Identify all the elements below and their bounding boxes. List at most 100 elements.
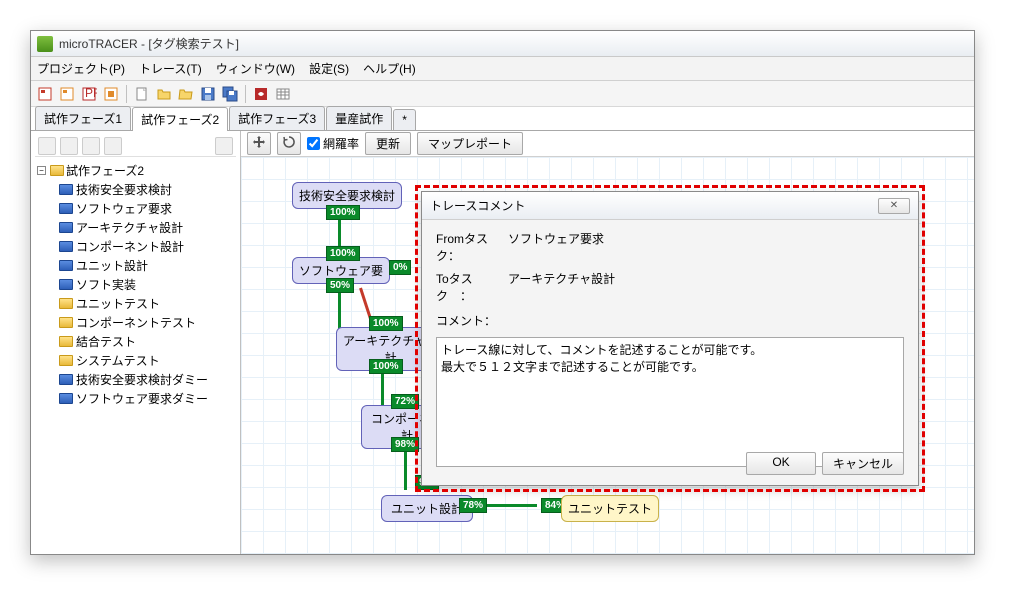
move-tool-icon[interactable] — [247, 132, 271, 155]
toolbar: PF — [31, 81, 974, 107]
tree-item[interactable]: 技術安全要求検討 — [59, 180, 234, 199]
tree-item-label: ソフトウェア要求 — [76, 200, 172, 217]
pct-badge: 100% — [326, 205, 360, 220]
sidebar: − 試作フェーズ2 技術安全要求検討ソフトウェア要求アーキテクチャ設計コンポーネ… — [31, 131, 241, 554]
tree-item-label: ユニットテスト — [76, 295, 160, 312]
save-icon[interactable] — [198, 84, 218, 104]
toolbar-btn-3[interactable]: PF — [79, 84, 99, 104]
toolbar-btn-4[interactable] — [101, 84, 121, 104]
sidebar-btn-4[interactable] — [104, 137, 122, 155]
pct-badge: 100% — [369, 359, 403, 374]
folder-icon — [59, 203, 73, 214]
open-folder-icon[interactable] — [154, 84, 174, 104]
pct-badge: 100% — [369, 316, 403, 331]
app-window: microTRACER - [タグ検索テスト] プロジェクト(P) トレース(T… — [30, 30, 975, 555]
tab-0[interactable]: 試作フェーズ1 — [35, 106, 131, 130]
from-task-value: ソフトウェア要求 — [508, 230, 604, 264]
canvas-toolbar: 網羅率 更新 マップレポート — [241, 131, 974, 157]
tree-item-label: 技術安全要求検討 — [76, 181, 172, 198]
to-task-value: アーキテクチャ設計 — [508, 270, 615, 304]
table-icon[interactable] — [273, 84, 293, 104]
menu-window[interactable]: ウィンドウ(W) — [216, 60, 295, 77]
new-doc-icon[interactable] — [132, 84, 152, 104]
pct-badge: 78% — [459, 498, 487, 513]
tab-2[interactable]: 試作フェーズ3 — [229, 106, 325, 130]
node-unit-test[interactable]: ユニットテスト — [561, 495, 659, 522]
menu-settings[interactable]: 設定(S) — [309, 60, 349, 77]
pct-badge: 100% — [326, 246, 360, 261]
menu-help[interactable]: ヘルプ(H) — [363, 60, 416, 77]
to-task-label: Toタスク ： — [436, 270, 508, 304]
cancel-button[interactable]: キャンセル — [822, 452, 904, 475]
folder-icon — [59, 279, 73, 290]
menu-trace[interactable]: トレース(T) — [139, 60, 202, 77]
tab-4[interactable]: * — [393, 109, 416, 130]
folder-icon — [59, 374, 73, 385]
tree-item-label: システムテスト — [76, 352, 160, 369]
svg-text:PF: PF — [85, 86, 97, 100]
folder-icon — [50, 165, 64, 176]
toolbar-separator-2 — [245, 85, 246, 103]
tabstrip: 試作フェーズ1 試作フェーズ2 試作フェーズ3 量産試作 * — [31, 107, 974, 131]
menubar: プロジェクト(P) トレース(T) ウィンドウ(W) 設定(S) ヘルプ(H) — [31, 57, 974, 81]
dialog-titlebar: トレースコメント ✕ — [422, 192, 918, 220]
tree-item[interactable]: システムテスト — [59, 351, 234, 370]
open-folder-icon-2[interactable] — [176, 84, 196, 104]
map-report-button[interactable]: マップレポート — [417, 132, 523, 155]
folder-icon — [59, 317, 73, 328]
tree-item[interactable]: ソフトウェア要求 — [59, 199, 234, 218]
save-all-icon[interactable] — [220, 84, 240, 104]
tree-item[interactable]: ユニットテスト — [59, 294, 234, 313]
tree-item-label: コンポーネントテスト — [76, 314, 196, 331]
from-task-label: Fromタスク： — [436, 230, 508, 264]
tree-item[interactable]: ユニット設計 — [59, 256, 234, 275]
pct-badge: 72% — [391, 394, 419, 409]
tree-item[interactable]: 技術安全要求検討ダミー — [59, 370, 234, 389]
folder-icon — [59, 393, 73, 404]
coverage-checkbox-input[interactable] — [307, 137, 320, 150]
dialog-footer: OK キャンセル — [746, 452, 904, 475]
pdf-icon[interactable] — [251, 84, 271, 104]
folder-icon — [59, 222, 73, 233]
folder-icon — [59, 184, 73, 195]
comment-textarea[interactable] — [436, 337, 904, 467]
folder-icon — [59, 298, 73, 309]
pct-badge: 98% — [391, 437, 419, 452]
coverage-checkbox[interactable]: 網羅率 — [307, 135, 359, 152]
sidebar-add-btn[interactable] — [38, 137, 56, 155]
tree-children: 技術安全要求検討ソフトウェア要求アーキテクチャ設計コンポーネント設計ユニット設計… — [59, 180, 234, 408]
tree-root[interactable]: − 試作フェーズ2 — [37, 161, 234, 180]
pct-badge: 0% — [389, 260, 411, 275]
tab-3[interactable]: 量産試作 — [326, 106, 392, 130]
menu-project[interactable]: プロジェクト(P) — [37, 60, 125, 77]
tree-item-label: ユニット設計 — [76, 257, 148, 274]
tree-item[interactable]: 結合テスト — [59, 332, 234, 351]
tree-root-label: 試作フェーズ2 — [66, 162, 144, 179]
trace-comment-dialog: トレースコメント ✕ Fromタスク： ソフトウェア要求 Toタスク ： アーキ… — [421, 191, 919, 486]
folder-icon — [59, 336, 73, 347]
sidebar-btn-3[interactable] — [82, 137, 100, 155]
collapse-icon[interactable]: − — [37, 166, 46, 175]
ok-button[interactable]: OK — [746, 452, 816, 475]
tree-item-label: アーキテクチャ設計 — [76, 219, 183, 236]
sidebar-toolbar — [35, 135, 236, 157]
close-icon[interactable]: ✕ — [878, 198, 910, 214]
folder-icon — [59, 241, 73, 252]
update-button[interactable]: 更新 — [365, 132, 411, 155]
tree-item[interactable]: ソフトウェア要求ダミー — [59, 389, 234, 408]
tree-item[interactable]: コンポーネント設計 — [59, 237, 234, 256]
sidebar-btn-2[interactable] — [60, 137, 78, 155]
tree-item-label: ソフトウェア要求ダミー — [76, 390, 208, 407]
toolbar-btn-2[interactable] — [57, 84, 77, 104]
tree-item-label: コンポーネント設計 — [76, 238, 184, 255]
tree-item[interactable]: アーキテクチャ設計 — [59, 218, 234, 237]
tab-1[interactable]: 試作フェーズ2 — [132, 107, 228, 131]
toolbar-btn-1[interactable] — [35, 84, 55, 104]
app-icon — [37, 36, 53, 52]
sidebar-btn-view[interactable] — [215, 137, 233, 155]
tree-item[interactable]: ソフト実装 — [59, 275, 234, 294]
comment-label: コメント： — [436, 312, 496, 329]
tree-item[interactable]: コンポーネントテスト — [59, 313, 234, 332]
toolbar-separator-1 — [126, 85, 127, 103]
refresh-icon[interactable] — [277, 132, 301, 155]
